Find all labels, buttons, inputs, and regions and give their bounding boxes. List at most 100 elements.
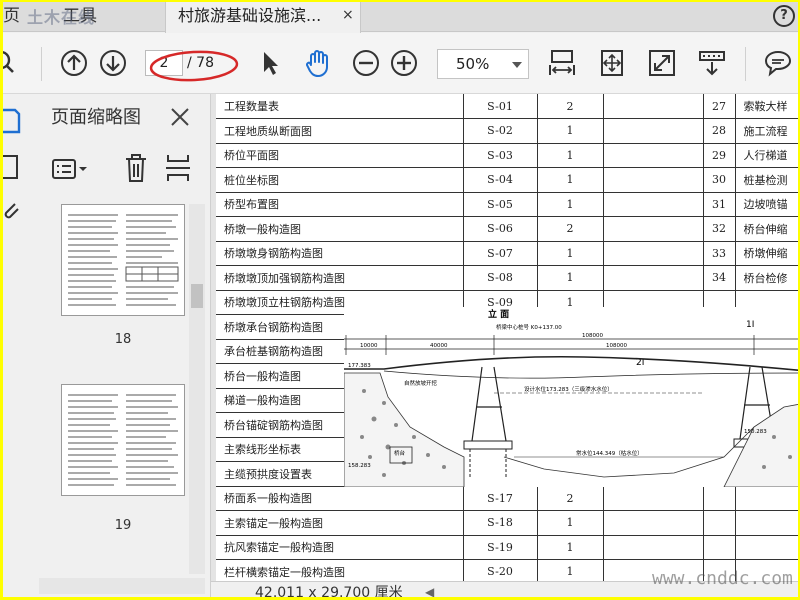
pages-icon[interactable]: [3, 154, 21, 180]
table-row: 工程数量表 S-01 2 27 索鞍大样: [216, 94, 798, 119]
close-tab-button[interactable]: ×: [342, 8, 354, 22]
blank-cell: [603, 167, 704, 193]
scrollbar-thumb[interactable]: [191, 284, 203, 308]
blank-cell: [603, 241, 704, 266]
drawing-name-cell: 桥台检修: [735, 265, 798, 291]
drawing-name-cell: 桥面系一般构造图: [216, 486, 464, 511]
pdf-reader-window: 页 工具 土木在线 村旅游基础设施滨... × ? 2 / 78 50% 页面缩…: [3, 2, 798, 597]
sheet-count-cell: 1: [537, 290, 604, 315]
menu-tools[interactable]: 工具: [63, 2, 113, 32]
toolbar-divider: [745, 47, 746, 81]
row-number-cell: [703, 461, 736, 487]
row-number-cell: [703, 486, 736, 511]
full-screen-icon[interactable]: [647, 48, 677, 78]
drawing-code-cell: S-08: [463, 265, 538, 291]
drawing-name-cell: 施工流程: [735, 118, 798, 144]
drawing-code-cell: S-18: [463, 510, 538, 536]
sheet-count-cell: 1: [537, 559, 604, 581]
row-number-cell: [703, 314, 736, 340]
thumbnail-page-18[interactable]: [61, 204, 185, 316]
thumbnail-page-number: 19: [114, 518, 132, 533]
table-row: 桥墩墩顶立柱钢筋构造图 S-09 1: [216, 290, 798, 315]
zoom-in-icon[interactable]: [389, 48, 419, 78]
drawing-name-cell: [735, 461, 798, 487]
row-number-cell: 33: [703, 241, 736, 266]
drawing-name-cell: 桥台伸缩: [735, 216, 798, 242]
help-icon[interactable]: ?: [773, 5, 795, 27]
row-number-cell: [703, 290, 736, 315]
attachment-icon[interactable]: [3, 198, 21, 224]
blank-cell: [603, 437, 704, 462]
thumbnail-horizontal-scrollbar[interactable]: [39, 578, 205, 594]
drawing-index-table: 工程数量表 S-01 2 27 索鞍大样 工程地质纵断面图 S-02 1 28 施工流程 桥位平面图…: [216, 94, 798, 581]
row-number-cell: 34: [703, 265, 736, 291]
scroll-left-icon[interactable]: ◀: [425, 585, 434, 597]
sheet-count-cell: 1: [537, 535, 604, 560]
scroll-mode-icon[interactable]: [697, 48, 727, 78]
page-total: / 78: [187, 55, 214, 71]
drawing-name-cell: 人行梯道: [735, 143, 798, 168]
delete-icon[interactable]: [123, 152, 149, 184]
drawing-name-cell: 栏杆横索锚定一般构造图: [216, 559, 464, 581]
drawing-code-cell: [463, 363, 538, 389]
blank-cell: [603, 216, 704, 242]
document-tab[interactable]: 村旅游基础设施滨... ×: [165, 2, 361, 33]
table-row: 栏杆横索锚定一般构造图 S-20 1: [216, 559, 798, 581]
hand-tool-icon[interactable]: [303, 48, 333, 78]
document-view[interactable]: 工程数量表 S-01 2 27 索鞍大样 工程地质纵断面图 S-02 1 28 施工流程 桥位平面图…: [211, 94, 798, 581]
thumbnail-page-19[interactable]: [61, 384, 185, 496]
extract-pages-icon[interactable]: [165, 152, 191, 184]
document-tab-title: 村旅游基础设施滨...: [178, 6, 322, 25]
zoom-out-icon[interactable]: [351, 48, 381, 78]
sheet-count-cell: [537, 363, 604, 389]
sheet-count-cell: 1: [537, 192, 604, 217]
pane-toolbar: [51, 152, 201, 186]
drawing-name-cell: 主索线形坐标表: [216, 437, 464, 462]
document-page: 工程数量表 S-01 2 27 索鞍大样 工程地质纵断面图 S-02 1 28 施工流程 桥位平面图…: [216, 94, 798, 581]
drawing-code-cell: [463, 461, 538, 487]
comment-icon[interactable]: [763, 48, 793, 78]
table-row: 桥面系一般构造图 S-17 2: [216, 486, 798, 511]
page-down-icon[interactable]: [98, 48, 128, 78]
search-icon[interactable]: [3, 48, 21, 78]
drawing-name-cell: [735, 363, 798, 389]
drawing-name-cell: 工程数量表: [216, 94, 464, 119]
pane-title: 页面缩略图: [51, 107, 141, 128]
blank-cell: [603, 94, 704, 119]
table-row: 梯道一般构造图: [216, 388, 798, 413]
fit-width-icon[interactable]: [547, 48, 577, 78]
row-number-cell: [703, 437, 736, 462]
menu-home[interactable]: 页: [3, 2, 47, 32]
page-number-input[interactable]: 2: [145, 50, 183, 76]
thumbnail-options-icon[interactable]: [51, 154, 91, 184]
blank-cell: [603, 118, 704, 144]
drawing-code-cell: S-01: [463, 94, 538, 119]
blank-cell: [603, 412, 704, 438]
sheet-count-cell: 1: [537, 167, 604, 193]
status-bar: 42.011 x 29.700 厘米 ◀: [211, 581, 798, 597]
toolbar-divider: [41, 47, 42, 81]
blank-cell: [603, 510, 704, 536]
drawing-name-cell: [735, 486, 798, 511]
sheet-count-cell: [537, 437, 604, 462]
bookmark-icon[interactable]: [3, 108, 21, 134]
page-up-icon[interactable]: [59, 48, 89, 78]
fit-page-icon[interactable]: [597, 48, 627, 78]
table-row: 抗风索锚定一般构造图 S-19 1: [216, 535, 798, 560]
table-row: 工程地质纵断面图 S-02 1 28 施工流程: [216, 118, 798, 144]
select-arrow-icon[interactable]: [255, 48, 285, 78]
drawing-name-cell: [735, 388, 798, 413]
blank-cell: [603, 143, 704, 168]
thumbnail-scrollbar[interactable]: [189, 204, 205, 574]
blank-cell: [603, 290, 704, 315]
drawing-code-cell: [463, 314, 538, 340]
table-row: 主缆预拱度设置表: [216, 461, 798, 487]
drawing-name-cell: [735, 314, 798, 340]
row-number-cell: [703, 363, 736, 389]
close-icon[interactable]: [169, 106, 191, 128]
zoom-select[interactable]: 50%: [437, 49, 529, 79]
sheet-count-cell: 1: [537, 241, 604, 266]
sheet-count-cell: 2: [537, 94, 604, 119]
row-number-cell: 28: [703, 118, 736, 144]
drawing-code-cell: S-04: [463, 167, 538, 193]
